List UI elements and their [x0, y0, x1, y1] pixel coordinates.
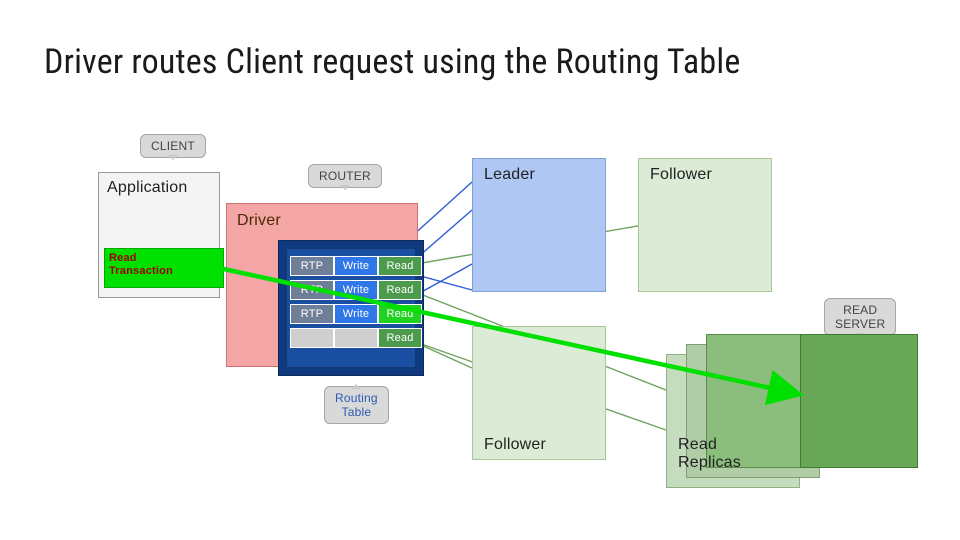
callout-routing-table: Routing Table [324, 386, 389, 424]
write-cell: Write [334, 256, 378, 276]
empty-cell [334, 328, 378, 348]
routing-table-row: RTP Write Read [290, 280, 422, 300]
rtp-cell: RTP [290, 304, 334, 324]
rtp-cell: RTP [290, 256, 334, 276]
rtp-cell: RTP [290, 280, 334, 300]
leader-label: Leader [484, 166, 535, 184]
callout-router: ROUTER [308, 164, 382, 188]
read-cell: Read [378, 328, 422, 348]
routing-table-row: Read [290, 328, 422, 348]
read-server-box [800, 334, 918, 468]
empty-cell [290, 328, 334, 348]
read-cell: Read [378, 280, 422, 300]
routing-table-row: RTP Write Read [290, 256, 422, 276]
read-transaction-badge: Read Transaction [104, 248, 224, 288]
read-replicas-label: Read Replicas [678, 436, 741, 472]
routing-table-row: RTP Write Read [290, 304, 422, 324]
write-cell: Write [334, 280, 378, 300]
callout-read-server: READ SERVER [824, 298, 896, 336]
driver-label: Driver [237, 212, 407, 230]
write-cell: Write [334, 304, 378, 324]
callout-client: CLIENT [140, 134, 206, 158]
follower-label: Follower [484, 436, 546, 454]
read-cell: Read [378, 256, 422, 276]
follower-label: Follower [650, 166, 712, 184]
application-label: Application [107, 179, 211, 197]
page-title: Driver routes Client request using the R… [44, 42, 741, 82]
read-cell-highlight: Read [378, 304, 422, 324]
